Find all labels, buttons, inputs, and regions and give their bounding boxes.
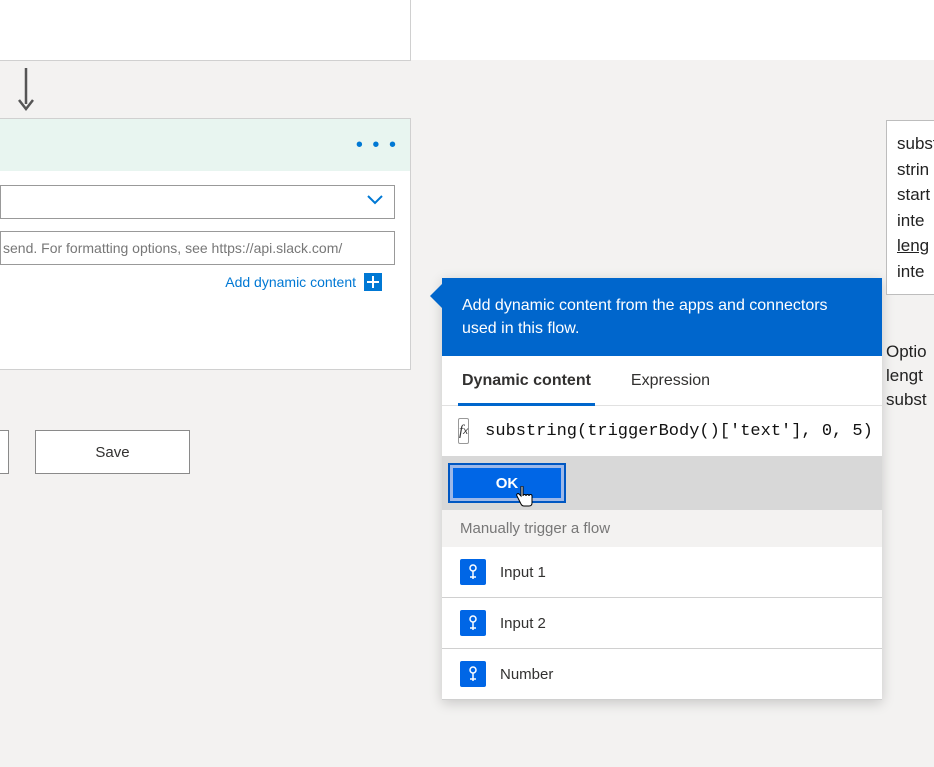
- token-input-2[interactable]: Input 2: [442, 598, 882, 649]
- message-placeholder: send. For formatting options, see https:…: [1, 240, 342, 256]
- save-button[interactable]: Save: [35, 430, 190, 474]
- flyout-caret-icon: [430, 284, 442, 308]
- trigger-icon: [460, 661, 486, 687]
- expression-input[interactable]: substring(triggerBody()['text'], 0, 5): [485, 422, 873, 441]
- flow-connector-arrow: [17, 68, 35, 112]
- flyout-header: Add dynamic content from the apps and co…: [442, 278, 882, 356]
- add-dynamic-content-link[interactable]: Add dynamic content: [225, 274, 356, 290]
- partial-button[interactable]: [0, 430, 9, 474]
- signature-tooltip-desc: Optio lengt subst: [886, 340, 934, 411]
- trigger-icon: [460, 610, 486, 636]
- action-card: • • • send. For formatting options, see …: [0, 118, 411, 370]
- flyout-tabs: Dynamic content Expression: [442, 356, 882, 406]
- token-label: Input 2: [500, 615, 546, 632]
- ok-button-label: OK: [496, 475, 519, 492]
- tab-expression[interactable]: Expression: [611, 356, 730, 405]
- add-dynamic-content-icon[interactable]: [364, 273, 382, 291]
- token-label: Number: [500, 666, 553, 683]
- chevron-down-icon: [366, 193, 384, 211]
- ok-button[interactable]: OK: [450, 465, 564, 501]
- save-button-label: Save: [95, 444, 129, 461]
- expression-row: fx substring(triggerBody()['text'], 0, 5…: [442, 406, 882, 456]
- trigger-icon: [460, 559, 486, 585]
- signature-tooltip: subst strin start inte leng inte: [886, 120, 934, 295]
- dynamic-content-flyout: Add dynamic content from the apps and co…: [442, 278, 882, 700]
- tab-dynamic-content[interactable]: Dynamic content: [442, 356, 611, 405]
- action-card-header: • • •: [0, 119, 410, 171]
- channel-select[interactable]: [0, 185, 395, 219]
- token-number[interactable]: Number: [442, 649, 882, 700]
- previous-action-card: [0, 0, 411, 61]
- token-list: Input 1 Input 2 Number: [442, 547, 882, 700]
- ok-bar: OK: [442, 456, 882, 510]
- token-label: Input 1: [500, 564, 546, 581]
- message-text-input[interactable]: send. For formatting options, see https:…: [0, 231, 395, 265]
- token-input-1[interactable]: Input 1: [442, 547, 882, 598]
- token-section-label: Manually trigger a flow: [442, 510, 882, 547]
- action-menu-button[interactable]: • • •: [356, 134, 398, 157]
- fx-icon: fx: [458, 418, 469, 444]
